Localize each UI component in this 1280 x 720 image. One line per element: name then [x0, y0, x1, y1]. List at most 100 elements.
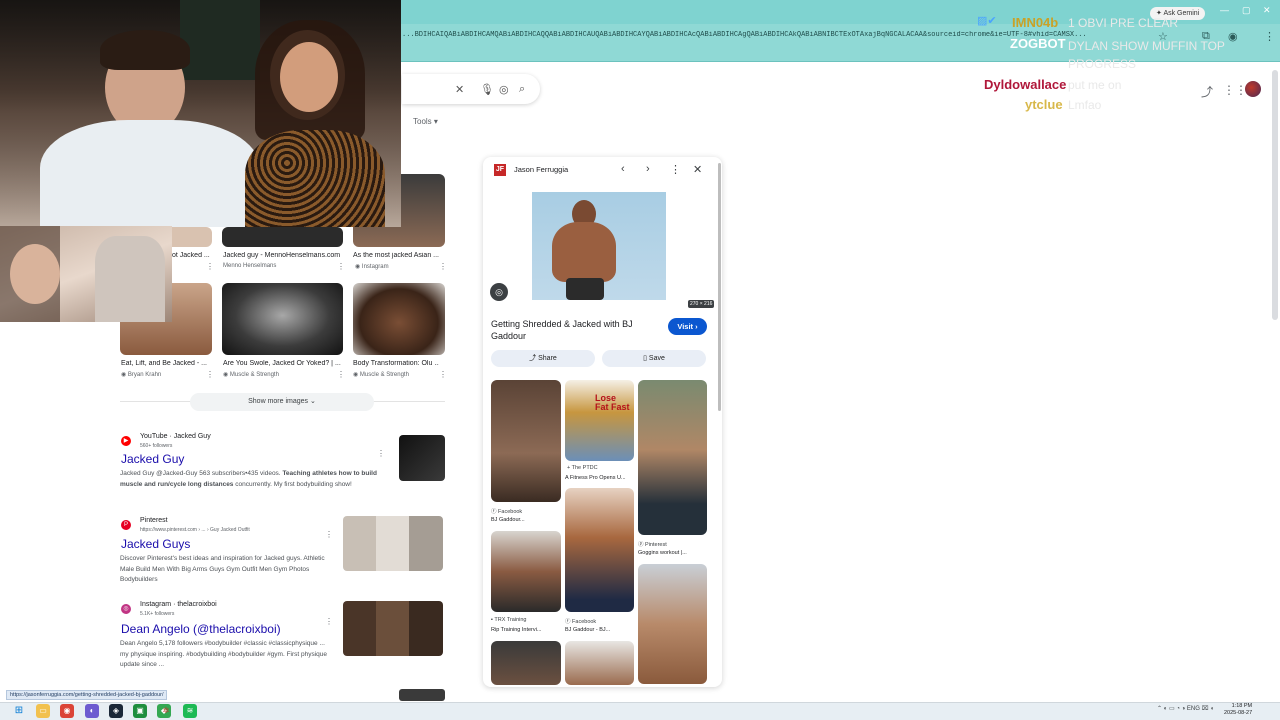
next-icon[interactable]: › — [646, 163, 650, 175]
related-caption[interactable]: BJ Gaddour - BJ... — [565, 627, 634, 633]
tools-label: Tools — [413, 117, 432, 126]
result-thumbnail[interactable] — [399, 689, 445, 701]
mic-icon[interactable]: 🎙 — [480, 83, 494, 96]
related-image[interactable] — [491, 531, 561, 612]
save-button[interactable]: ▯ Save — [602, 350, 706, 367]
related-image[interactable] — [565, 488, 634, 612]
steam-icon[interactable]: ◈ — [109, 704, 123, 718]
more-options-icon[interactable]: ⋮ — [439, 370, 447, 379]
file-explorer-icon[interactable]: ▭ — [36, 704, 50, 718]
related-caption[interactable]: A Fitness Pro Opens U... — [565, 475, 634, 481]
preview-image[interactable] — [532, 192, 666, 300]
panel-scrollbar[interactable] — [718, 163, 721, 411]
image-dimensions: 270 × 216 — [688, 300, 715, 308]
pinterest-icon: P — [121, 520, 131, 530]
avatar[interactable] — [1245, 81, 1261, 97]
webcam-small-face — [10, 244, 60, 304]
image-result[interactable] — [222, 227, 343, 247]
image-source-label: Muscle & Strength — [229, 372, 279, 378]
webcam-small-background — [95, 236, 165, 322]
image-result[interactable] — [222, 283, 343, 355]
image-caption[interactable]: Eat, Lift, and Be Jacked - ... — [121, 360, 211, 367]
related-image[interactable] — [565, 641, 634, 685]
related-image[interactable] — [638, 380, 707, 535]
related-source: ⓕ Facebook — [491, 509, 523, 515]
chrome-icon[interactable]: ◉ — [60, 704, 74, 718]
more-options-icon[interactable]: ⋮ — [439, 262, 447, 271]
result-description: Discover Pinterest's best ideas and insp… — [120, 555, 325, 583]
result-title[interactable]: Jacked Guys — [121, 537, 190, 551]
related-source-label: The PTDC — [571, 465, 598, 471]
more-options-icon[interactable]: ⋮ — [206, 262, 214, 271]
result-thumbnail[interactable] — [343, 516, 443, 571]
related-caption[interactable]: Rip Training Intervi... — [491, 627, 561, 633]
windows-start-icon[interactable]: ⊞ — [12, 704, 26, 718]
result-title[interactable]: Jacked Guy — [121, 452, 184, 466]
more-options-icon[interactable]: ⋮ — [337, 262, 345, 271]
image-caption[interactable]: As the most jacked Asian ... — [353, 252, 439, 259]
image-caption[interactable]: Are You Swole, Jacked Or Yoked? | ... — [223, 360, 343, 367]
related-caption[interactable]: Goggins workout |... — [638, 550, 707, 556]
page-scrollbar[interactable] — [1272, 70, 1278, 320]
show-more-images-button[interactable]: Show more images ⌄ — [190, 393, 374, 411]
result-title[interactable]: Dean Angelo (@thelacroixboi) — [121, 622, 281, 636]
clock[interactable]: 1:18 PM 2025-08-27 — [1224, 703, 1252, 717]
related-image[interactable] — [491, 641, 561, 685]
related-image[interactable] — [638, 564, 707, 684]
preview-title[interactable]: Getting Shredded & Jacked with BJ Gaddou… — [491, 318, 661, 342]
app-icon[interactable]: ◐ — [85, 704, 99, 718]
maximize-icon[interactable]: ▢ — [1242, 5, 1251, 16]
result-thumbnail[interactable] — [399, 435, 445, 481]
spotify-icon[interactable]: ≋ — [183, 704, 197, 718]
chat-message: 1 OBVI PRE CLEAR — [1068, 16, 1179, 30]
share-button[interactable]: ⤴ Share — [491, 350, 595, 367]
more-options-icon[interactable]: ⋮ — [337, 370, 345, 379]
result-thumbnail[interactable] — [343, 601, 443, 656]
app-icon[interactable]: ✲ — [159, 704, 173, 718]
system-tray[interactable]: ⌃ ◐ ▭ ◔ ◑ ENG ⌧ ◖ — [1157, 705, 1214, 712]
tools-menu[interactable]: Tools ▾ — [413, 117, 438, 126]
related-image[interactable] — [491, 380, 561, 502]
image-caption[interactable]: Jacked guy - MennoHenselmans.com — [223, 252, 343, 259]
language-indicator: ENG — [1186, 706, 1200, 712]
more-options-icon[interactable]: ⋮ — [670, 163, 681, 176]
chat-username: ZOGBOT — [1010, 36, 1066, 51]
result-description: Jacked Guy @Jacked-Guy 563 subscribers•4… — [120, 470, 377, 488]
more-options-icon[interactable]: ⋮ — [325, 530, 333, 539]
minimize-icon[interactable]: — — [1220, 5, 1229, 15]
more-options-icon[interactable]: ⋮ — [325, 617, 333, 626]
related-source-label: Pinterest — [645, 542, 667, 548]
image-caption[interactable]: ot Jacked ... — [172, 252, 212, 259]
more-options-icon[interactable]: ⋮ — [377, 449, 385, 458]
chat-message: put me on — [1068, 78, 1122, 92]
preview-shorts-shape — [566, 278, 604, 300]
image-source: Menno Henselmans — [223, 263, 277, 269]
image-source: ◉ Instagram — [355, 264, 389, 270]
apps-grid-icon[interactable]: ⋮⋮ — [1223, 83, 1247, 97]
close-icon[interactable]: ✕ — [693, 163, 702, 176]
menu-dots-icon[interactable]: ⋮ — [1264, 30, 1275, 43]
image-source: ◉ Muscle & Strength — [223, 372, 279, 378]
previous-icon[interactable]: ‹ — [621, 163, 625, 175]
share-icon[interactable]: ⤴ — [1201, 83, 1213, 100]
image-result[interactable] — [353, 283, 445, 355]
related-image[interactable]: Lose Fat Fast — [565, 380, 634, 461]
lens-search-icon[interactable]: ◎ — [490, 283, 508, 301]
app-icon[interactable]: ▣ — [133, 704, 147, 718]
more-options-icon[interactable]: ⋮ — [206, 370, 214, 379]
related-caption[interactable]: BJ Gaddour... — [491, 517, 561, 523]
panel-source[interactable]: Jason Ferruggia — [514, 165, 568, 174]
clear-icon[interactable]: ✕ — [455, 83, 464, 96]
share-label: Share — [538, 355, 557, 362]
result-site: YouTube · Jacked Guy — [140, 433, 211, 440]
search-icon[interactable]: ⌕ — [519, 83, 525, 96]
camera-lens-icon[interactable]: ◎ — [499, 83, 509, 96]
magazine-text: Lose Fat Fast — [595, 393, 630, 412]
webcam-small-overlay — [0, 226, 172, 322]
image-source-label: Instagram — [361, 264, 389, 270]
webcam-overlay — [0, 0, 401, 227]
visit-button[interactable]: Visit › — [668, 318, 707, 335]
clock-date: 2025-08-27 — [1224, 710, 1253, 716]
image-caption[interactable]: Body Transformation: Olu ... — [353, 360, 439, 367]
close-window-icon[interactable]: ✕ — [1263, 5, 1271, 16]
